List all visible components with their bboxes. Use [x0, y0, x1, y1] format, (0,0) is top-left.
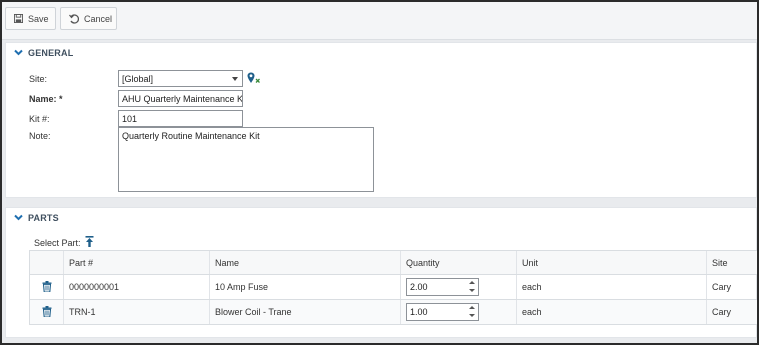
cell-unit: each	[516, 275, 706, 299]
kit-value: 101	[122, 114, 138, 124]
column-header-quantity[interactable]: Quantity	[400, 251, 516, 274]
cell-quantity: 2.00	[400, 275, 516, 299]
kit-number-field[interactable]: 101	[118, 110, 243, 127]
cell-name: 10 Amp Fuse	[209, 275, 400, 299]
select-part: Select Part:	[34, 236, 94, 249]
general-section-header[interactable]: GENERAL	[14, 48, 73, 58]
select-part-icon[interactable]	[85, 236, 94, 249]
toolbar: Save Cancel	[2, 2, 757, 40]
trash-icon	[42, 280, 52, 294]
general-title: GENERAL	[28, 48, 74, 58]
cancel-label: Cancel	[84, 13, 113, 24]
delete-row-button[interactable]	[29, 300, 63, 324]
table-header-row: Part # Name Quantity Unit Site	[29, 251, 757, 275]
column-header-part[interactable]: Part #	[63, 251, 209, 274]
floppy-disk-icon	[14, 14, 23, 23]
spinner-icon[interactable]	[469, 306, 475, 318]
trash-icon	[42, 305, 52, 319]
kit-label: Kit #:	[29, 114, 50, 124]
parts-panel: PARTS Select Part: Part # Name Quantity …	[5, 207, 757, 338]
undo-icon	[69, 13, 79, 24]
header-actions	[29, 251, 63, 274]
name-field[interactable]: AHU Quarterly Maintenance Kit	[118, 90, 243, 107]
note-textarea[interactable]: Quarterly Routine Maintenance Kit	[118, 127, 374, 192]
quantity-stepper[interactable]: 2.00	[406, 278, 479, 296]
select-part-label: Select Part:	[34, 237, 81, 248]
site-select[interactable]: [Global]	[118, 70, 243, 87]
save-button[interactable]: Save	[5, 7, 56, 30]
site-value: [Global]	[122, 74, 154, 84]
cell-unit: each	[516, 300, 706, 324]
column-header-name[interactable]: Name	[209, 251, 400, 274]
note-value: Quarterly Routine Maintenance Kit	[122, 131, 260, 141]
site-label: Site:	[29, 74, 48, 84]
cell-site: Cary	[706, 275, 757, 299]
note-label: Note:	[29, 131, 51, 141]
table-row: TRN-1 Blower Coil - Trane 1.00 each Cary	[29, 300, 757, 325]
chevron-down-icon	[232, 77, 238, 81]
chevron-down-icon	[14, 48, 23, 58]
quantity-value: 1.00	[410, 307, 428, 317]
cell-part: TRN-1	[63, 300, 209, 324]
parts-title: PARTS	[28, 213, 59, 223]
cell-name: Blower Coil - Trane	[209, 300, 400, 324]
column-header-unit[interactable]: Unit	[516, 251, 706, 274]
cell-part: 0000000001	[63, 275, 209, 299]
column-header-site[interactable]: Site	[706, 251, 757, 274]
cell-quantity: 1.00	[400, 300, 516, 324]
quantity-value: 2.00	[410, 282, 428, 292]
spinner-icon[interactable]	[469, 281, 475, 293]
quantity-stepper[interactable]: 1.00	[406, 303, 479, 321]
name-label: Name: *	[29, 94, 63, 104]
parts-table: Part # Name Quantity Unit Site 000000000…	[29, 250, 757, 325]
name-value: AHU Quarterly Maintenance Kit	[122, 94, 243, 104]
parts-section-header[interactable]: PARTS	[14, 213, 59, 223]
delete-row-button[interactable]	[29, 275, 63, 299]
app-window: Save Cancel GENERAL Site: [Global] Name:…	[0, 0, 759, 345]
chevron-down-icon	[14, 213, 23, 223]
general-panel: GENERAL Site: [Global] Name: * AHU Quart…	[5, 42, 757, 198]
table-row: 0000000001 10 Amp Fuse 2.00 each Cary	[29, 275, 757, 300]
map-pin-icon[interactable]	[247, 72, 261, 86]
save-label: Save	[28, 13, 49, 24]
cancel-button[interactable]: Cancel	[60, 7, 117, 30]
cell-site: Cary	[706, 300, 757, 324]
